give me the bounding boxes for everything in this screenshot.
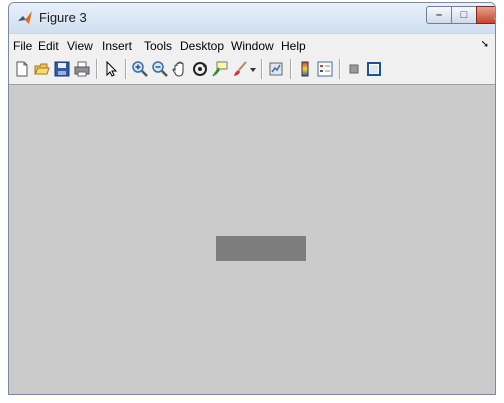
window-title: Figure 3	[39, 10, 87, 25]
minimize-icon: –	[435, 9, 443, 21]
toolbar-separator	[261, 59, 263, 79]
menu-tools[interactable]: Tools	[144, 39, 172, 53]
maximize-button[interactable]: □	[451, 6, 477, 24]
show-plot-tools-icon[interactable]	[365, 60, 383, 78]
menu-window[interactable]: Window	[231, 39, 274, 53]
menu-view[interactable]: View	[67, 39, 93, 53]
toolbar-separator	[290, 59, 292, 79]
toolbar-separator	[125, 59, 127, 79]
figure-canvas[interactable]	[9, 85, 495, 394]
menu-bar: File Edit View Insert Tools Desktop Wind…	[9, 33, 495, 56]
edit-plot-arrow-icon[interactable]	[102, 60, 120, 78]
legend-icon[interactable]	[316, 60, 334, 78]
toolbar-separator	[339, 59, 341, 79]
pan-hand-icon[interactable]	[171, 60, 189, 78]
menu-insert[interactable]: Insert	[102, 39, 132, 53]
menu-desktop[interactable]: Desktop	[180, 39, 224, 53]
menu-overflow-icon[interactable]: ➘	[481, 39, 489, 50]
zoom-out-icon[interactable]	[151, 60, 169, 78]
rotate-3d-icon[interactable]	[191, 60, 209, 78]
open-file-icon[interactable]	[33, 60, 51, 78]
brush-icon[interactable]	[231, 60, 249, 78]
menu-edit[interactable]: Edit	[38, 39, 59, 53]
hide-plot-tools-icon[interactable]	[345, 60, 363, 78]
link-plot-icon[interactable]	[267, 60, 285, 78]
zoom-in-icon[interactable]	[131, 60, 149, 78]
maximize-icon: □	[460, 9, 468, 21]
matlab-logo-icon	[18, 11, 32, 24]
colorbar-icon[interactable]	[296, 60, 314, 78]
figure-window: Figure 3 – □ X File Edit View Insert Too…	[8, 2, 496, 395]
menu-file[interactable]: File	[13, 39, 32, 53]
new-figure-icon[interactable]	[13, 60, 31, 78]
toolbar-separator	[96, 59, 98, 79]
save-icon[interactable]	[53, 60, 71, 78]
print-icon[interactable]	[73, 60, 91, 78]
figure-toolbar	[9, 55, 495, 85]
image-patch	[216, 236, 306, 261]
menu-help[interactable]: Help	[281, 39, 306, 53]
close-icon: X	[477, 7, 495, 23]
minimize-button[interactable]: –	[426, 6, 452, 24]
data-cursor-icon[interactable]	[211, 60, 229, 78]
brush-dropdown-icon[interactable]	[249, 60, 257, 78]
close-button[interactable]: X	[476, 6, 495, 24]
title-bar[interactable]: Figure 3 – □ X	[9, 3, 495, 33]
